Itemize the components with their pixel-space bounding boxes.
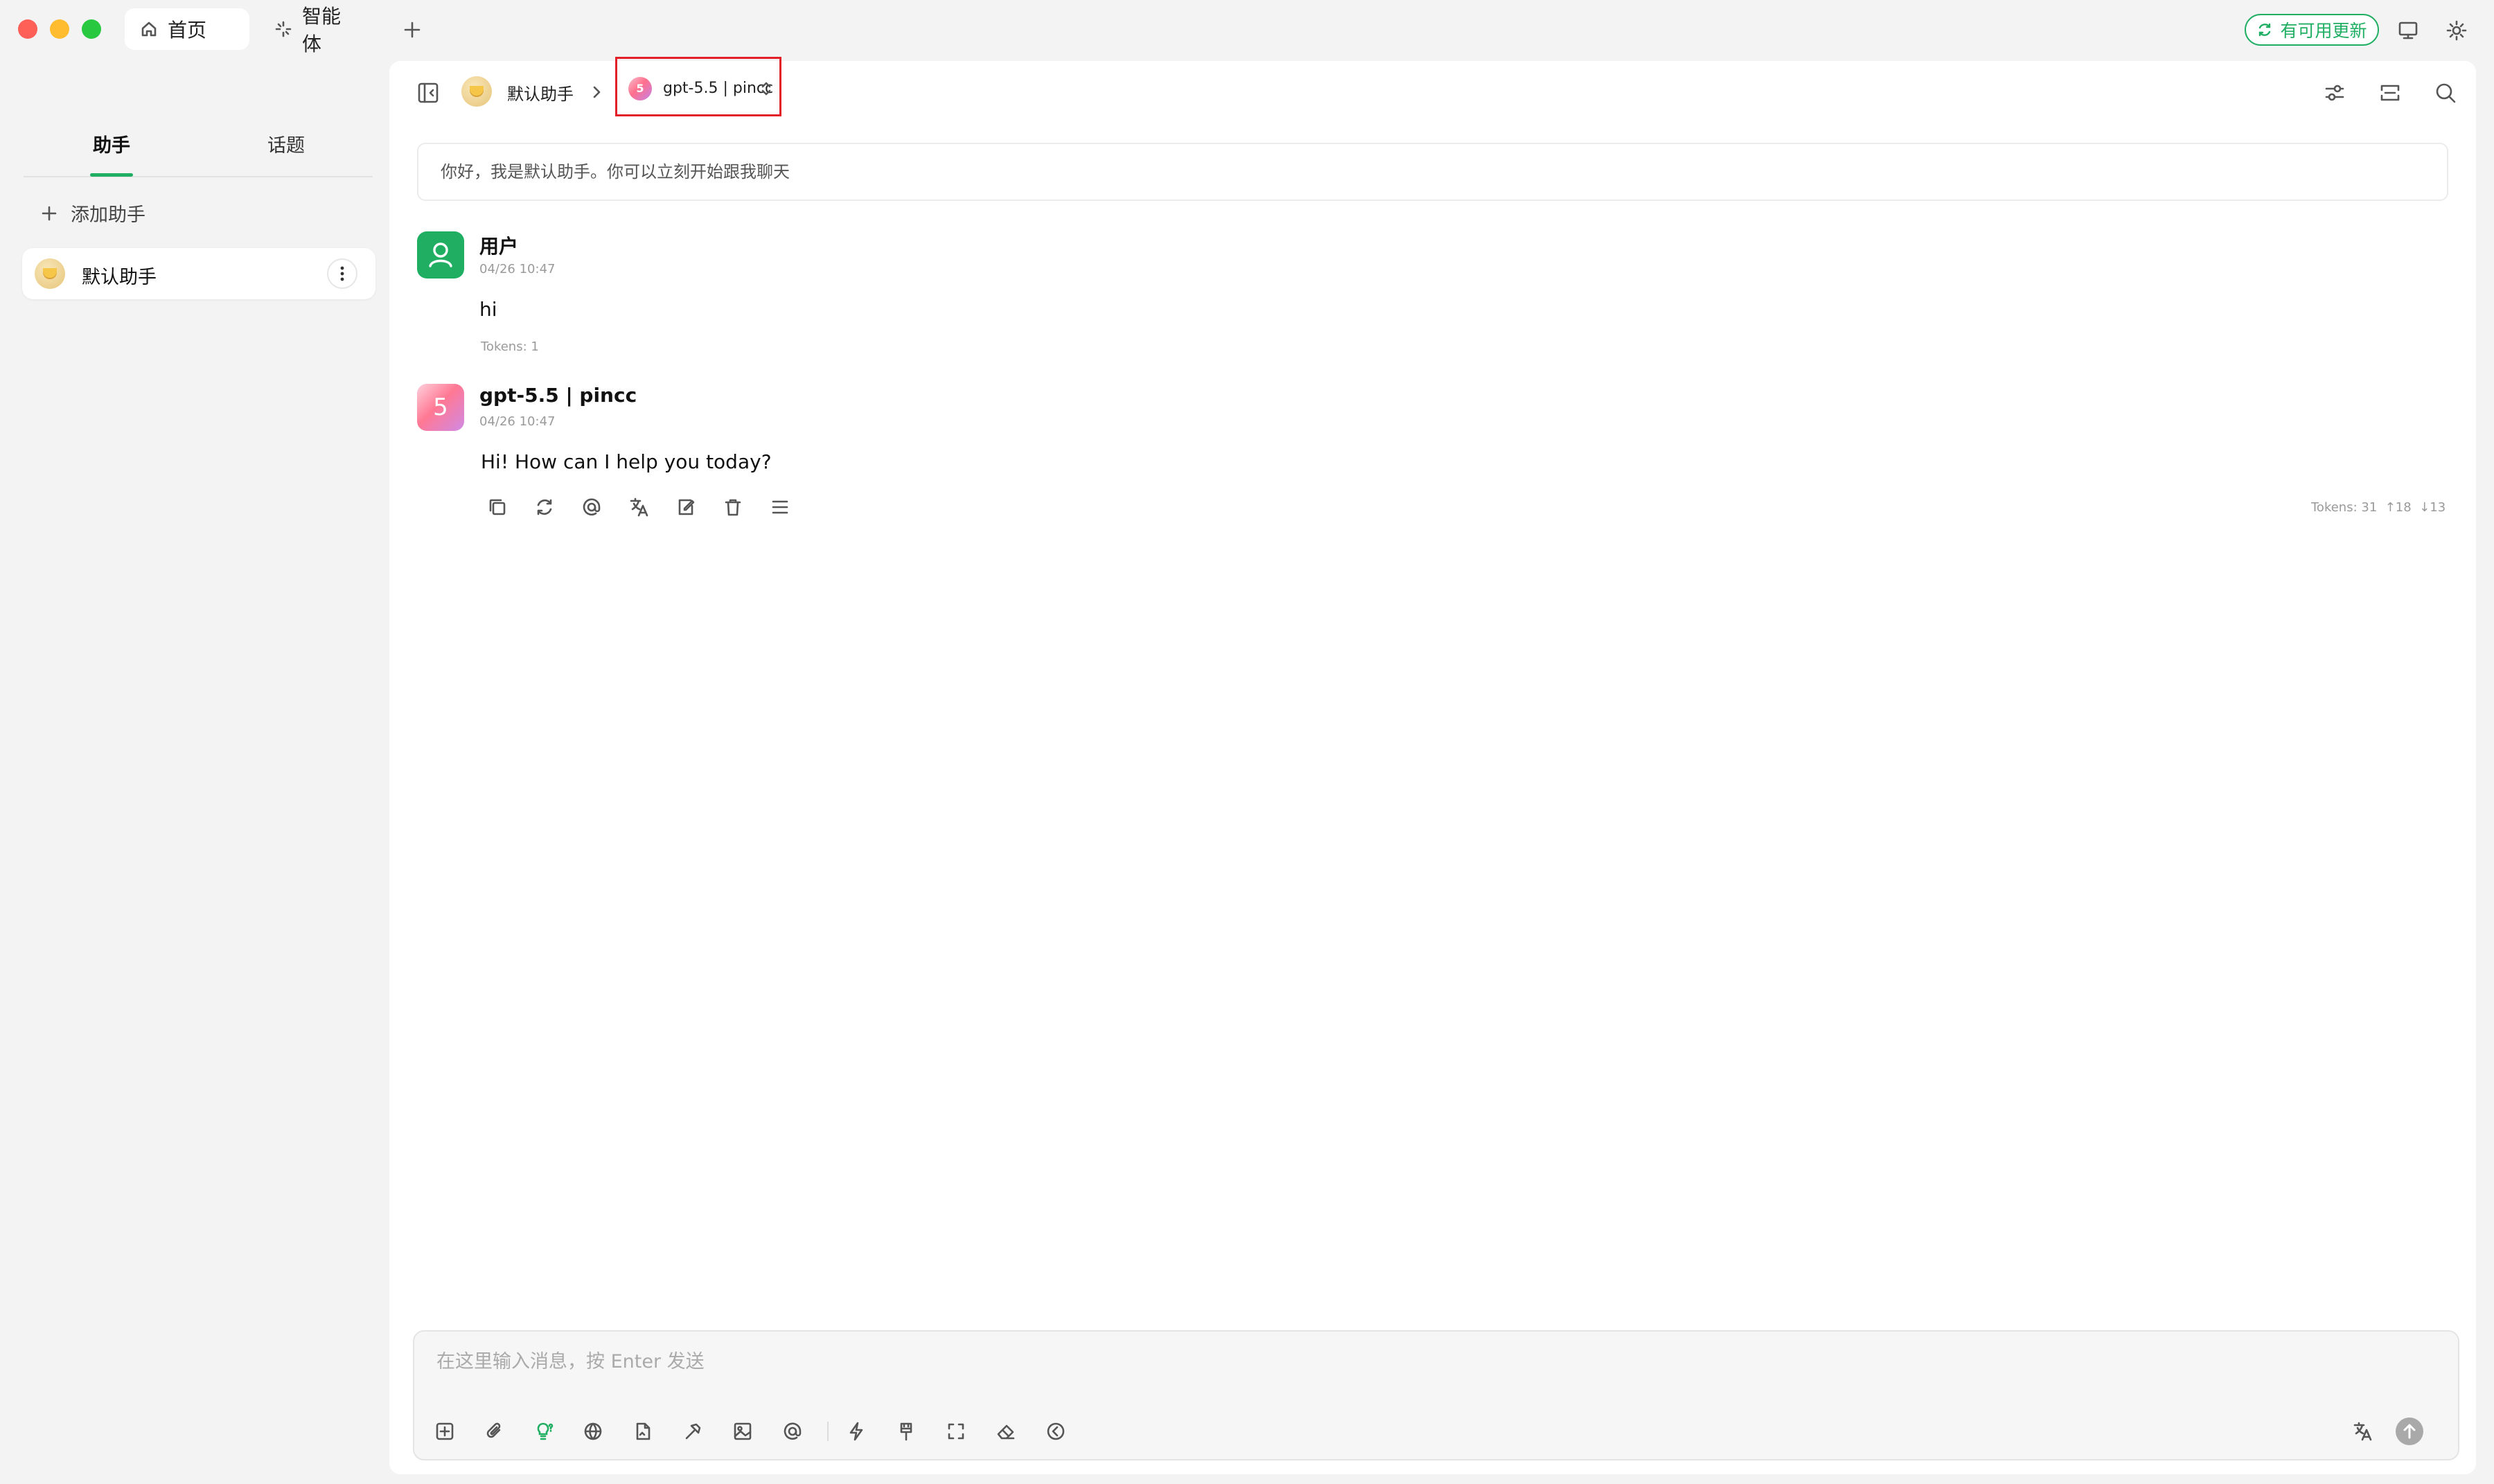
delete-trash-icon[interactable] xyxy=(719,493,747,521)
close-window-button[interactable] xyxy=(18,19,37,39)
breadcrumb-chevron-icon xyxy=(586,82,607,103)
knowledge-file-icon[interactable] xyxy=(629,1417,657,1445)
chevron-up-down-icon xyxy=(757,78,775,99)
model-message-time: 04/26 10:47 xyxy=(479,414,556,429)
layout-toggle-icon[interactable] xyxy=(2375,78,2405,108)
user-message-time: 04/26 10:47 xyxy=(479,262,556,276)
translate-icon[interactable] xyxy=(625,493,653,521)
attachment-paperclip-icon[interactable] xyxy=(481,1417,508,1445)
user-message-tokens: Tokens: 1 xyxy=(481,339,539,354)
monitor-icon[interactable] xyxy=(2394,17,2422,44)
model-message-name: gpt-5.5 | pincc xyxy=(479,384,637,407)
add-assistant-label: 添加助手 xyxy=(71,204,145,226)
model-selector-highlight[interactable]: 5 gpt-5.5 | pincc xyxy=(615,57,781,116)
sidebar-item-default-assistant[interactable]: 默认助手 xyxy=(22,248,375,299)
sidebar-tab-divider xyxy=(24,176,373,177)
send-button[interactable] xyxy=(2396,1417,2423,1445)
model-message-avatar-icon: 5 xyxy=(417,384,464,431)
add-assistant-button[interactable]: 添加助手 xyxy=(39,200,145,227)
image-icon[interactable] xyxy=(729,1417,757,1445)
eraser-clear-icon[interactable] xyxy=(992,1417,1020,1445)
quick-phrase-bolt-icon[interactable] xyxy=(842,1417,870,1445)
thinking-lightbulb-icon[interactable] xyxy=(529,1417,557,1445)
sparkle-icon xyxy=(274,20,292,38)
user-message-name: 用户 xyxy=(479,235,519,258)
tab-home-label: 首页 xyxy=(168,19,207,42)
tab-agents[interactable]: 智能体 xyxy=(259,5,370,55)
web-search-globe-icon[interactable] xyxy=(579,1417,607,1445)
menu-more-icon[interactable] xyxy=(766,493,794,521)
toggle-sidebar-icon[interactable] xyxy=(413,78,443,108)
smiley-avatar-icon xyxy=(35,258,65,289)
welcome-message: 你好，我是默认助手。你可以立刻开始跟我聊天 xyxy=(417,143,2448,201)
model-avatar-icon: 5 xyxy=(628,77,652,100)
edit-icon[interactable] xyxy=(672,493,700,521)
pin-brush-icon[interactable] xyxy=(892,1417,920,1445)
model-message-tokens: Tokens: 31 ↑18 ↓13 xyxy=(2311,500,2446,515)
sidebar-tab-assistants[interactable]: 助手 xyxy=(93,130,130,157)
refresh-icon xyxy=(2256,21,2273,38)
message-input[interactable] xyxy=(435,1345,2308,1377)
update-label: 有可用更新 xyxy=(2280,21,2367,41)
new-topic-icon[interactable] xyxy=(431,1417,459,1445)
user-avatar-icon xyxy=(417,231,464,279)
more-options-icon[interactable] xyxy=(327,258,357,289)
message-composer xyxy=(413,1330,2459,1460)
user-message-text: hi xyxy=(479,298,497,321)
settings-gear-icon[interactable] xyxy=(2443,17,2470,44)
sidebar: 助手 话题 添加助手 默认助手 xyxy=(0,61,389,1484)
tab-agents-label: 智能体 xyxy=(302,5,342,55)
collapse-left-circle-icon[interactable] xyxy=(1042,1417,1070,1445)
assistant-name: 默认助手 xyxy=(82,267,157,288)
sidebar-tab-topics[interactable]: 话题 xyxy=(267,130,305,157)
model-message-text: Hi! How can I help you today? xyxy=(481,450,772,473)
mention-model-icon[interactable] xyxy=(779,1417,806,1445)
assistant-avatar-icon xyxy=(461,76,492,107)
home-icon xyxy=(140,20,158,38)
new-tab-plus-icon[interactable] xyxy=(400,18,424,42)
mention-at-icon[interactable] xyxy=(578,493,605,521)
update-available-badge[interactable]: 有可用更新 xyxy=(2245,14,2379,46)
maximize-window-button[interactable] xyxy=(82,19,101,39)
fullscreen-expand-icon[interactable] xyxy=(942,1417,970,1445)
minimize-window-button[interactable] xyxy=(50,19,69,39)
search-icon[interactable] xyxy=(2430,78,2461,108)
translate-input-icon[interactable] xyxy=(2349,1417,2376,1445)
sliders-settings-icon[interactable] xyxy=(2319,78,2350,108)
breadcrumb-assistant[interactable]: 默认助手 xyxy=(507,80,574,105)
toolbar-divider xyxy=(827,1422,829,1441)
chat-panel: 默认助手 5 gpt-5.5 | pincc 你好，我是默认助手。你可以立刻开始… xyxy=(389,57,2476,1474)
regenerate-icon[interactable] xyxy=(531,493,558,521)
active-tab-indicator xyxy=(90,173,133,177)
plus-icon xyxy=(39,203,60,224)
tools-hammer-icon[interactable] xyxy=(679,1417,707,1445)
copy-icon[interactable] xyxy=(484,493,511,521)
tab-home[interactable]: 首页 xyxy=(125,8,249,50)
